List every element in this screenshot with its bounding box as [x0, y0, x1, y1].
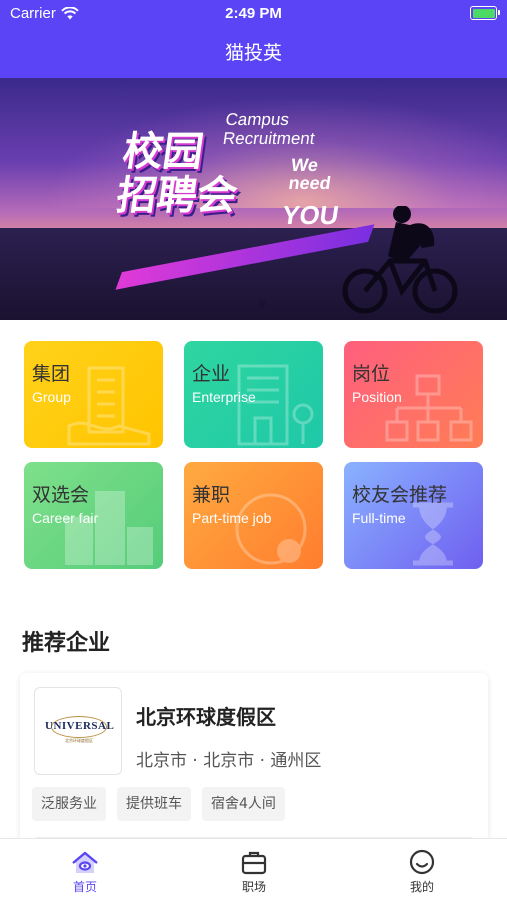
smile-icon	[409, 849, 435, 875]
tab-label: 职场	[241, 880, 266, 894]
universal-logo: UNIVERSAL 北京环球度假区	[45, 716, 115, 748]
company-card[interactable]: UNIVERSAL 北京环球度假区 北京环球度假区 北京市 · 北京市 · 通州…	[20, 673, 488, 843]
company-tag: 提供班车	[117, 787, 191, 821]
company-name: 北京环球度假区	[136, 705, 276, 729]
hourglass-icon	[413, 502, 453, 566]
banner-en-line1: Campus	[224, 110, 291, 129]
company-location: 北京市 · 北京市 · 通州区	[136, 751, 322, 771]
company-tag: 宿舍4人间	[202, 787, 285, 821]
category-card-full-time[interactable]: 校友会推荐 Full-time	[344, 462, 483, 569]
coin-icon	[235, 493, 307, 565]
status-time: 2:49 PM	[225, 5, 282, 22]
logo-wordmark: UNIVERSAL	[45, 720, 115, 732]
banner-need: need	[287, 173, 333, 193]
category-grid: 集团 Group 企业 Enterprise 岗位 Position 双选会 C…	[24, 341, 484, 569]
promo-banner[interactable]: 校园 招聘会 Campus Recruitment We need YOU	[0, 78, 507, 320]
banner-en-text: Campus Recruitment	[222, 110, 319, 148]
cyclist-silhouette-icon	[342, 206, 458, 314]
org-chart-icon	[385, 374, 473, 442]
banner-you: YOU	[280, 200, 341, 230]
banner-cn-line2: 招聘会	[113, 173, 241, 219]
city-icon	[65, 491, 153, 565]
section-title: 推荐企业	[22, 631, 111, 656]
category-card-part-time[interactable]: 兼职 Part-time job	[184, 462, 323, 569]
page-title: 猫投英	[224, 42, 282, 64]
battery-icon	[470, 6, 500, 20]
banner-we-need: We need	[287, 155, 334, 193]
battery-level	[472, 8, 495, 18]
building-icon	[67, 366, 151, 446]
status-bar: Carrier 2:49 PM	[0, 0, 507, 28]
tab-career[interactable]: 职场	[194, 839, 314, 899]
tab-label: 我的	[409, 880, 434, 894]
category-card-position[interactable]: 岗位 Position	[344, 341, 483, 448]
category-card-group[interactable]: 集团 Group	[24, 341, 163, 448]
logo-subtext: 北京环球度假区	[65, 738, 93, 743]
company-logo: UNIVERSAL 北京环球度假区	[34, 687, 122, 775]
briefcase-icon	[241, 851, 267, 875]
office-icon	[237, 364, 314, 446]
category-card-enterprise[interactable]: 企业 Enterprise	[184, 341, 323, 448]
company-tag: 泛服务业	[32, 787, 106, 821]
category-card-career-fair[interactable]: 双选会 Career fair	[24, 462, 163, 569]
app-header: Carrier 2:49 PM 猫投英	[0, 0, 507, 78]
tab-profile[interactable]: 我的	[362, 839, 482, 899]
banner-headline: 校园 招聘会 Campus Recruitment We need YOU	[113, 110, 341, 230]
tab-home[interactable]: 首页	[25, 839, 145, 899]
carousel-dot[interactable]	[258, 300, 266, 308]
company-tags: 泛服务业 提供班车 宿舍4人间	[32, 787, 285, 821]
banner-we: We	[289, 155, 320, 175]
tab-label: 首页	[72, 880, 97, 894]
banner-en-line2: Recruitment	[221, 129, 316, 148]
home-icon	[72, 851, 98, 873]
bottom-tab-bar: 首页 职场 我的	[0, 838, 507, 900]
